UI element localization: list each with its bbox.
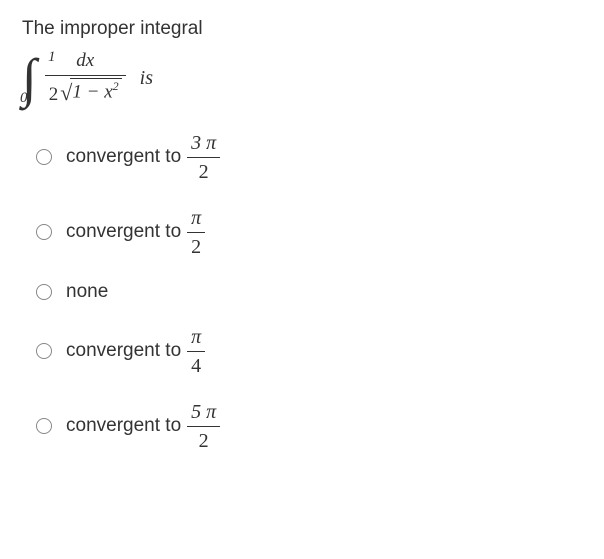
option-content: convergent to π 2 — [66, 206, 205, 259]
option-fraction: π 4 — [187, 325, 205, 378]
frac-num: π — [187, 206, 205, 230]
fraction-bar — [45, 75, 126, 76]
option-text: none — [66, 281, 108, 303]
radio-button[interactable] — [36, 418, 52, 434]
option-fraction: 3 π 2 — [187, 131, 220, 184]
option-row: convergent to 3 π 2 — [36, 131, 582, 184]
integral-upper-limit: 1 — [48, 49, 56, 66]
question-stem: The improper integral — [22, 18, 582, 40]
integrand-fraction: dx 2√1 − x2 — [45, 50, 126, 107]
frac-num: 5 π — [187, 400, 220, 424]
fraction-bar — [187, 351, 205, 352]
integral-sign-block: ∫ 1 0 — [22, 51, 37, 105]
radio-button[interactable] — [36, 343, 52, 359]
option-text: convergent to — [66, 415, 181, 437]
fraction-bar — [187, 157, 220, 158]
option-row: convergent to π 4 — [36, 325, 582, 378]
frac-num: π — [187, 325, 205, 349]
option-row: convergent to π 2 — [36, 206, 582, 259]
option-fraction: 5 π 2 — [187, 400, 220, 453]
frac-den: 2 — [187, 235, 205, 259]
radicand-exp: 2 — [113, 79, 119, 93]
integrand-numerator: dx — [72, 50, 98, 73]
option-row: convergent to 5 π 2 — [36, 400, 582, 453]
radio-button[interactable] — [36, 224, 52, 240]
option-row: none — [36, 281, 582, 303]
question-page: The improper integral ∫ 1 0 dx 2√1 − x2 … — [0, 0, 604, 471]
option-content: convergent to 3 π 2 — [66, 131, 220, 184]
radio-button[interactable] — [36, 284, 52, 300]
integrand-denominator: 2√1 − x2 — [45, 78, 126, 107]
fraction-bar — [187, 232, 205, 233]
frac-den: 2 — [195, 429, 213, 453]
option-text: convergent to — [66, 146, 181, 168]
frac-den: 4 — [187, 354, 205, 378]
radicand: 1 − x2 — [70, 78, 121, 104]
frac-den: 2 — [195, 160, 213, 184]
sqrt: √1 − x2 — [60, 78, 121, 104]
option-content: convergent to 5 π 2 — [66, 400, 220, 453]
options-list: convergent to 3 π 2 convergent to π 2 — [36, 131, 582, 453]
integral-lower-limit: 0 — [20, 90, 28, 107]
option-fraction: π 2 — [187, 206, 205, 259]
option-text: convergent to — [66, 340, 181, 362]
radio-button[interactable] — [36, 149, 52, 165]
option-content: convergent to π 4 — [66, 325, 205, 378]
frac-num: 3 π — [187, 131, 220, 155]
option-content: none — [66, 281, 108, 303]
radicand-expr: 1 − x — [72, 81, 112, 102]
denom-coeff: 2 — [49, 84, 59, 105]
is-word: is — [140, 67, 153, 90]
fraction-bar — [187, 426, 220, 427]
option-text: convergent to — [66, 221, 181, 243]
integral-expression: ∫ 1 0 dx 2√1 − x2 is — [22, 50, 582, 107]
